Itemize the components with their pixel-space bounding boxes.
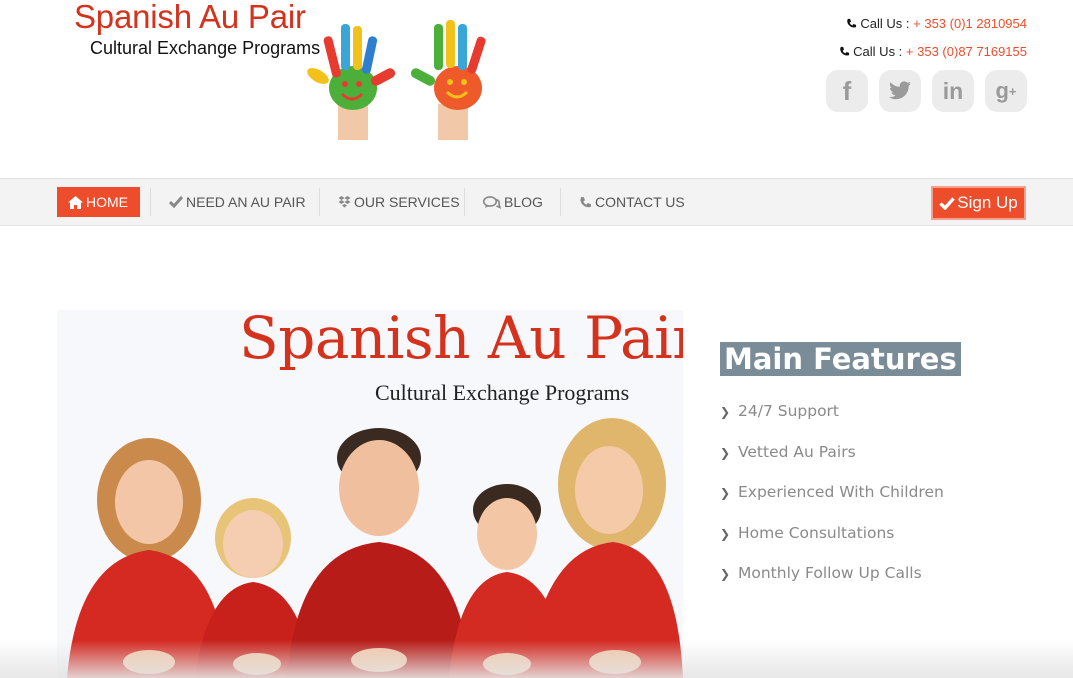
main-features: Main Features ❯ 24/7 Support ❯ Vetted Au… [720, 342, 1040, 605]
nav-item-blog[interactable]: BLOG [483, 179, 543, 225]
google-plus-icon[interactable]: g + [985, 70, 1027, 112]
nav-divider [464, 188, 465, 216]
social-links: f in g + [826, 70, 1027, 112]
nav-item-label: HOME [86, 194, 128, 210]
features-list: ❯ 24/7 Support ❯ Vetted Au Pairs ❯ Exper… [720, 402, 1040, 605]
logo-subtitle: Cultural Exchange Programs [90, 38, 321, 58]
list-item: ❯ Monthly Follow Up Calls [720, 564, 1040, 605]
linkedin-icon[interactable]: in [932, 70, 974, 112]
phone-number-link[interactable]: + 353 (0)87 7169155 [906, 44, 1027, 59]
chevron-right-icon: ❯ [720, 405, 731, 419]
contact-phone-1: Call Us : + 353 (0)1 2810954 [839, 14, 1027, 42]
list-item: ❯ Home Consultations [720, 524, 1040, 565]
phone-number-link[interactable]: + 353 (0)1 2810954 [913, 16, 1027, 31]
phone-icon [847, 18, 857, 28]
nav-item-label: OUR SERVICES [354, 194, 460, 210]
site-header: Spanish Au Pair Cultural Exchange Progra… [0, 0, 1073, 178]
check-icon [169, 196, 183, 208]
nav-divider [150, 188, 151, 216]
phone-icon [840, 46, 850, 56]
main-nav: HOME NEED AN AU PAIR OUR SERVICES BLOG C… [0, 178, 1073, 226]
feature-label: Home Consultations [738, 523, 895, 542]
contact-label: Call Us : [860, 16, 910, 31]
family-photo [67, 418, 683, 678]
nav-item-label: BLOG [504, 194, 543, 210]
hero-title: Spanish Au Pair [239, 310, 683, 372]
dropbox-icon [338, 196, 351, 208]
list-item: ❯ Vetted Au Pairs [720, 443, 1040, 484]
chevron-right-icon: ❯ [720, 567, 731, 581]
logo-title: Spanish Au Pair [74, 0, 306, 35]
chevron-right-icon: ❯ [720, 445, 731, 460]
sign-up-button[interactable]: Sign Up [931, 186, 1026, 220]
sign-up-label: Sign Up [957, 193, 1018, 212]
nav-item-our-services[interactable]: OUR SERVICES [338, 179, 460, 225]
feature-label: Monthly Follow Up Calls [738, 564, 922, 582]
nav-item-home[interactable]: HOME [57, 187, 140, 217]
feature-label: 24/7 Support [738, 402, 840, 420]
feature-label: Experienced With Children [738, 483, 944, 501]
contact-phone-2: Call Us : + 353 (0)87 7169155 [839, 42, 1027, 70]
nav-item-label: CONTACT US [595, 194, 685, 210]
features-title: Main Features [720, 342, 961, 376]
contact-info: Call Us : + 353 (0)1 2810954 Call Us : +… [839, 14, 1027, 70]
comments-icon [483, 195, 501, 209]
check-icon [939, 196, 956, 210]
hero-subtitle: Cultural Exchange Programs [375, 380, 630, 405]
nav-item-contact-us[interactable]: CONTACT US [579, 179, 685, 225]
nav-divider [560, 188, 561, 216]
twitter-icon[interactable] [879, 70, 921, 112]
chevron-right-icon: ❯ [720, 486, 731, 500]
list-item: ❯ Experienced With Children [720, 483, 1040, 524]
phone-icon [580, 196, 591, 207]
facebook-icon[interactable]: f [826, 70, 868, 112]
home-icon [68, 195, 83, 209]
feature-label: Vetted Au Pairs [738, 442, 856, 461]
nav-item-label: NEED AN AU PAIR [186, 194, 306, 210]
nav-divider [319, 188, 320, 216]
nav-item-need-an-au-pair[interactable]: NEED AN AU PAIR [169, 179, 306, 225]
hero-banner: Spanish Au Pair Cultural Exchange Progra… [57, 310, 683, 678]
list-item: ❯ 24/7 Support [720, 402, 1040, 443]
contact-label: Call Us : [853, 44, 903, 59]
chevron-right-icon: ❯ [720, 526, 731, 541]
painted-hands-image [307, 20, 486, 140]
